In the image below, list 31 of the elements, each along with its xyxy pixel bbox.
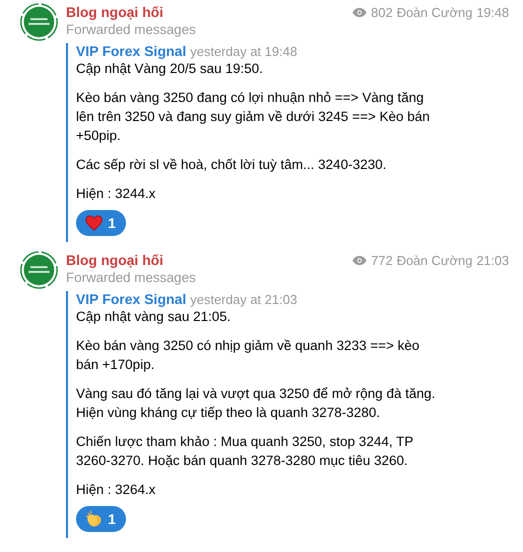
views-icon xyxy=(352,254,367,266)
views-count: 772 xyxy=(370,252,393,268)
reaction-button[interactable]: 1 xyxy=(76,210,126,236)
message-paragraph: Cập nhật vàng sau 21:05. xyxy=(76,308,232,326)
channel-avatar-icon[interactable] xyxy=(20,251,58,289)
forwarded-label: Forwarded messages xyxy=(66,22,197,37)
message-paragraph: Kèo bán vàng 3250 đang có lợi nhuận nhỏ ==> Vàng tăng lên trên 3250 và đang suy giảm về dưới 3245 ==> Kèo bán +50pip. xyxy=(76,89,431,145)
message-paragraph: Cập nhật Vàng 20/5 sau 19:50. xyxy=(76,60,264,78)
message-paragraph: Kèo bán vàng 3250 có nhịp giảm về quanh 3233 ==> kèo bán +170pip. xyxy=(76,337,420,374)
forward-time: yesterday at 19:48 xyxy=(190,44,298,59)
message-paragraph: Các sếp rời sl về hoà, chốt lời tuỳ tâm... 3240-3230. xyxy=(76,156,388,174)
channel-name[interactable]: Blog ngoại hối xyxy=(66,252,164,268)
message-time: 19:48 xyxy=(476,4,509,20)
forwarded-label: Forwarded messages xyxy=(66,270,197,285)
views-count: 802 xyxy=(370,4,393,20)
views-icon xyxy=(352,6,367,18)
message-paragraph: Hiện : 3264.x xyxy=(76,481,157,499)
message-paragraph: Chiến lược tham khảo : Mua quanh 3250, stop 3244, TP 3260-3270. Hoặc bán quanh 3278-3280 mục tiêu 3260. xyxy=(76,433,414,470)
forward-source[interactable]: VIP Forex Signal xyxy=(76,43,186,59)
author-name: Đoàn Cường xyxy=(396,252,472,268)
heart-icon xyxy=(85,215,103,231)
reaction-button[interactable]: 1 xyxy=(76,506,126,532)
channel-avatar-icon[interactable] xyxy=(20,3,58,41)
message-paragraph: Hiện : 3244.x xyxy=(76,185,157,203)
forward-source[interactable]: VIP Forex Signal xyxy=(76,291,186,307)
message-paragraph: Vàng sau đó tăng lại và vượt qua 3250 để mở rộng đà tăng. Hiện vùng kháng cự tiếp theo là quanh 3278-3280. xyxy=(76,385,436,422)
forward-time: yesterday at 21:03 xyxy=(190,292,298,307)
author-name: Đoàn Cường xyxy=(396,4,472,20)
clapping-hands-icon xyxy=(85,510,103,528)
channel-name[interactable]: Blog ngoại hối xyxy=(66,4,164,20)
message-time: 21:03 xyxy=(476,252,509,268)
